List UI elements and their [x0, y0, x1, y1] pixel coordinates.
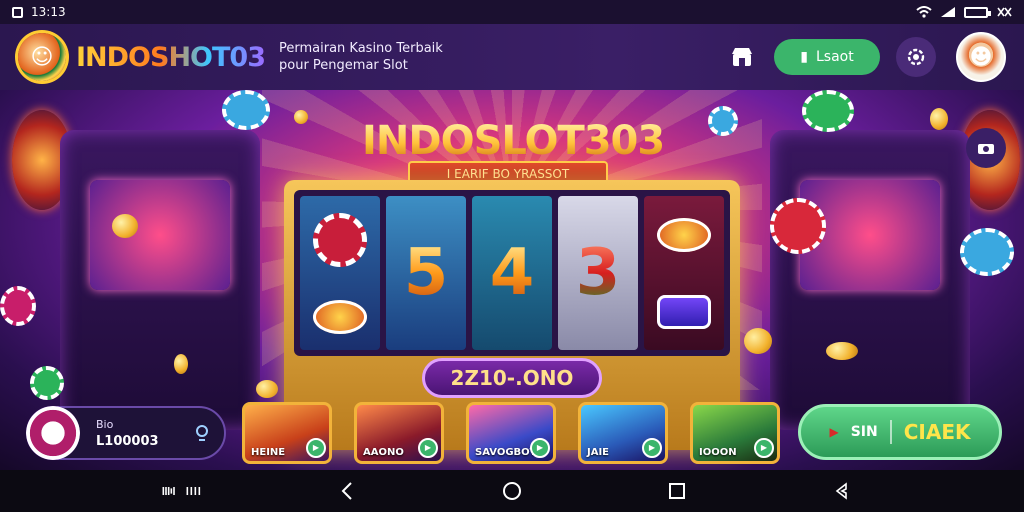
cabinet-screen — [90, 180, 230, 290]
spin-divider — [889, 420, 892, 444]
chip-icon — [30, 366, 64, 400]
close-status-icon — [997, 7, 1012, 17]
login-label: Lsaot — [815, 49, 854, 65]
chip-symbol-icon — [313, 212, 367, 267]
reel-symbol: 3 — [575, 236, 621, 310]
system-nav-bar — [0, 470, 1024, 512]
login-button[interactable]: ▮ Lsaot — [774, 39, 880, 75]
badge-symbol-icon — [657, 217, 711, 252]
spin-label: SIN — [850, 424, 878, 440]
chip-icon — [770, 198, 826, 254]
user-avatar[interactable]: ☻ — [956, 32, 1006, 82]
arcade-cabinet-right — [770, 130, 970, 430]
status-bar: 13:13 — [0, 0, 1024, 24]
coin-icon — [294, 110, 308, 124]
back-icon[interactable] — [327, 476, 367, 506]
signal-icon — [941, 7, 955, 17]
game-thumbnail[interactable]: IOOON ▶ — [690, 402, 780, 464]
game-name: SAVOGBOT — [475, 447, 537, 458]
slot-reel — [300, 196, 380, 350]
reel-symbol: 4 — [489, 236, 535, 310]
wifi-icon — [916, 6, 932, 18]
brand-tagline: Permairan Kasino Terbaik pour Pengemar S… — [279, 41, 443, 73]
balance-label: Bio — [96, 418, 114, 431]
login-icon: ▮ — [800, 49, 808, 65]
chip-icon — [802, 90, 854, 132]
settings-gear-icon[interactable] — [896, 37, 936, 77]
info-icon[interactable] — [194, 424, 210, 446]
play-badge-icon: ▶ — [418, 438, 438, 458]
reel-symbol: 5 — [403, 236, 449, 310]
spin-button[interactable]: ▶ SIN CIAEK — [798, 404, 1002, 460]
battery-icon — [964, 6, 991, 18]
claim-label: CIAEK — [903, 420, 971, 444]
arcade-cabinet-left — [60, 130, 260, 430]
balance-chip-icon — [26, 406, 80, 460]
overview-icon[interactable] — [657, 476, 697, 506]
game-name: JAIE — [587, 447, 610, 458]
slot-reel: 3 — [558, 196, 638, 350]
game-thumbnail[interactable]: SAVOGBOT ▶ — [466, 402, 556, 464]
chip-icon — [0, 286, 36, 326]
status-time: 13:13 — [31, 5, 66, 19]
recent-apps-icon[interactable] — [162, 476, 202, 506]
brand-name: INDOSHOT03 — [76, 41, 266, 73]
play-icon: ▶ — [829, 425, 839, 439]
balance-value: L100003 — [96, 434, 159, 449]
chip-icon — [222, 90, 270, 130]
play-badge-icon: ▶ — [530, 438, 550, 458]
slot-reel: 5 — [386, 196, 466, 350]
chip-icon — [960, 228, 1014, 276]
coin-icon — [826, 342, 858, 360]
jackpot-counter: 2Z10-.ONO — [422, 358, 602, 398]
game-title: INDOSLOT303 — [362, 118, 665, 164]
slot-reel: 4 — [472, 196, 552, 350]
game-thumbnail[interactable]: HEINE ▶ — [242, 402, 332, 464]
badge-symbol-icon — [313, 299, 367, 334]
coin-icon — [744, 328, 772, 354]
game-name: IOOON — [699, 447, 737, 458]
camera-icon[interactable] — [966, 128, 1006, 168]
chip-icon — [708, 106, 738, 136]
coin-icon — [112, 214, 138, 238]
app-header: ☺ INDOSHOT03 Permairan Kasino Terbaik po… — [0, 24, 1024, 90]
slot-reel — [644, 196, 724, 350]
home-icon[interactable] — [492, 476, 532, 506]
balance-panel[interactable]: Bio L100003 — [26, 406, 226, 460]
game-name: HEINE — [251, 447, 286, 458]
play-badge-icon: ▶ — [754, 438, 774, 458]
slot-reels: 5 4 3 — [294, 190, 730, 356]
play-badge-icon: ▶ — [306, 438, 326, 458]
coin-icon — [256, 380, 278, 398]
game-name: AAONO — [363, 447, 404, 458]
play-badge-icon: ▶ — [642, 438, 662, 458]
badge-symbol-icon — [657, 294, 711, 329]
bottom-controls: Bio L100003 HEINE ▶ AAONO ▶ SAVOGBOT ▶ J… — [0, 402, 1024, 466]
coin-icon — [930, 108, 948, 130]
game-thumbnail[interactable]: AAONO ▶ — [354, 402, 444, 464]
rotate-icon[interactable] — [822, 476, 862, 506]
game-thumbnail[interactable]: JAIE ▶ — [578, 402, 668, 464]
brand-logo-icon[interactable]: ☺ — [18, 33, 66, 81]
notification-icon — [12, 6, 23, 18]
store-icon[interactable] — [722, 37, 762, 77]
coin-icon — [174, 354, 188, 374]
